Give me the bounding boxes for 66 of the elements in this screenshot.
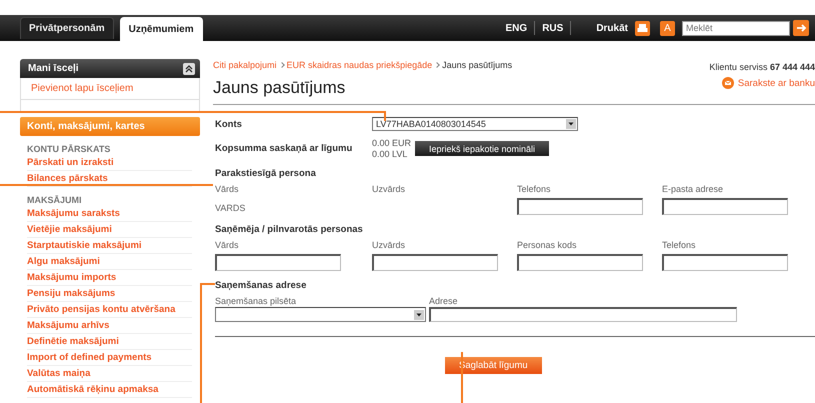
field-label: Vārds: [215, 240, 240, 250]
section-title: Saņemšanas adrese: [215, 280, 308, 291]
address-field[interactable]: [429, 307, 737, 322]
menu-link[interactable]: Maksājumu saraksts: [27, 206, 192, 222]
section-heading: MAKSĀJUMI: [27, 194, 83, 206]
menu-link[interactable]: Algu maksājumi: [27, 254, 192, 270]
arrow-right-icon[interactable]: [793, 20, 809, 36]
top-tab[interactable]: Uzņēmumiem: [120, 17, 203, 41]
menu-link[interactable]: Valūtas maiņa: [27, 366, 192, 382]
field-label: Uzvārds: [372, 184, 406, 194]
amount-text: 0.00 LVL: [372, 149, 408, 159]
language-link[interactable]: ENG: [506, 22, 528, 34]
field-label: Saņemšanas pilsēta: [215, 296, 298, 306]
font-size-button[interactable]: A: [660, 20, 675, 36]
field-label: Vārds: [215, 184, 240, 194]
menu-link[interactable]: Maksājumu imports: [27, 270, 192, 286]
input-field[interactable]: [662, 254, 788, 271]
field-label: Telefons: [517, 184, 552, 194]
input-field[interactable]: [662, 198, 788, 215]
menu-link[interactable]: Pensiju maksājums: [27, 286, 192, 302]
menu-link[interactable]: Starptautiskie maksājumi: [27, 238, 192, 254]
leader-line: [461, 352, 463, 403]
denominations-button[interactable]: Iepriekš iepakotie nomināli: [415, 141, 550, 156]
field-label: E-pasta adrese: [662, 184, 724, 194]
section-title: Saņēmēja / pilnvarotās personas: [215, 224, 364, 235]
input-field[interactable]: [517, 254, 643, 271]
page-title: Jauns pasūtījums: [213, 78, 346, 98]
city-select[interactable]: [215, 307, 426, 322]
breadcrumb-link[interactable]: EUR skaidras naudas priekšpiegāde: [286, 60, 432, 70]
printer-icon[interactable]: [635, 20, 650, 36]
amount-text: 0.00 EUR: [372, 138, 412, 148]
chevron-icon[interactable]: [183, 62, 195, 74]
section-title: Parakstiesīgā persona: [215, 168, 317, 179]
print-link[interactable]: Drukāt: [596, 22, 628, 34]
top-tab[interactable]: Privātpersonām: [20, 17, 114, 39]
active-menu-item[interactable]: Konti, maksājumi, kartes: [20, 117, 200, 136]
total-label: Kopsumma saskaņā ar līgumu: [215, 143, 354, 154]
account-select[interactable]: LV77HABA0140803014545: [372, 117, 578, 131]
favorites-link[interactable]: Pievienot lapu īsceļiem: [20, 78, 200, 100]
field-label: Telefons: [662, 240, 697, 250]
menu-link[interactable]: Bilances pārskats: [27, 171, 192, 187]
field-value: VARDS: [215, 202, 246, 213]
breadcrumb-link[interactable]: Citi pakalpojumi: [213, 60, 277, 70]
menu-link[interactable]: Vietējie maksājumi: [27, 222, 192, 238]
field-label: Uzvārds: [372, 240, 406, 250]
input-field[interactable]: [215, 254, 341, 271]
menu-link[interactable]: Pārskati un izraksti: [27, 155, 192, 171]
search-field[interactable]: Meklēt: [682, 20, 790, 36]
section-heading: KONTU PĀRSKATS: [27, 143, 112, 155]
breadcrumb-current: Jauns pasūtījums: [442, 60, 512, 70]
input-field[interactable]: [517, 198, 643, 215]
favorites-title: Mani īsceļi: [28, 63, 79, 74]
field-label: Personas kods: [517, 240, 578, 250]
save-button[interactable]: Saglabāt līgumu: [445, 357, 542, 374]
input-field[interactable]: [372, 254, 498, 271]
menu-link[interactable]: Automātiskā rēķinu apmaksa: [27, 382, 192, 398]
menu-link[interactable]: Privāto pensijas kontu atvēršana: [27, 302, 192, 318]
menu-link[interactable]: Definētie maksājumi: [27, 334, 192, 350]
menu-link[interactable]: Maksājumu arhīvs: [27, 318, 192, 334]
field-label: Adrese: [429, 296, 459, 306]
contact-bank-link[interactable]: Sarakste ar banku: [738, 78, 815, 88]
account-label: Konts: [215, 118, 243, 130]
envelope-icon: [722, 77, 734, 89]
language-link[interactable]: RUS: [542, 22, 564, 34]
menu-link[interactable]: Import of defined payments: [27, 350, 192, 366]
customer-service-phone: Klientu serviss 67 444 444: [709, 62, 815, 72]
